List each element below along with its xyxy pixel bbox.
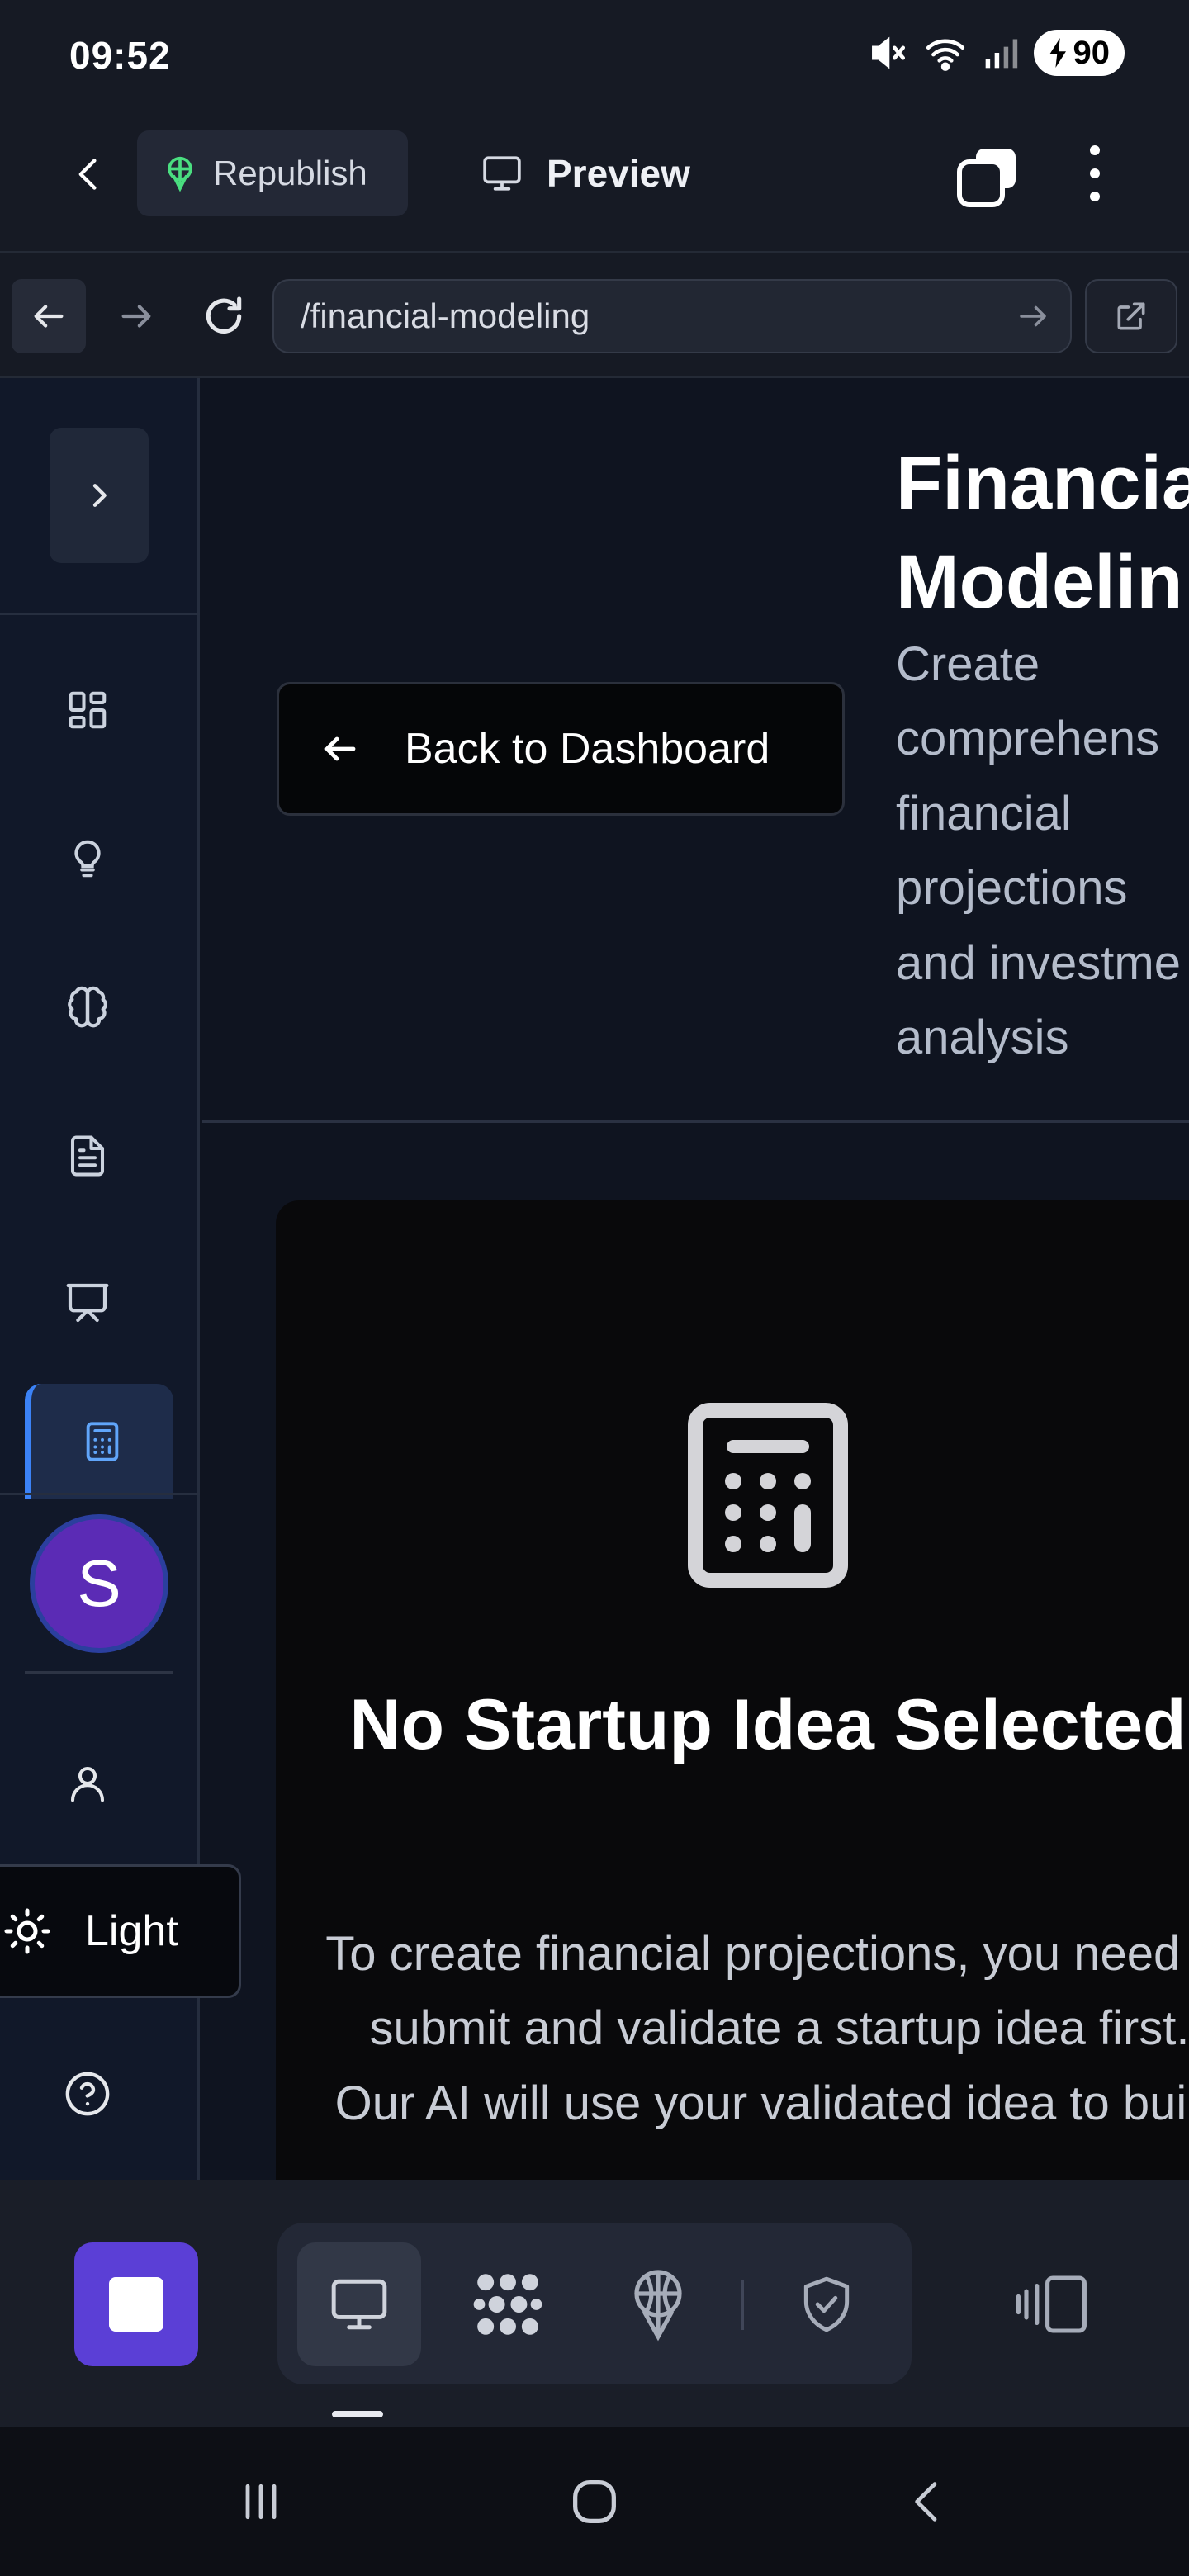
deploy-button[interactable] xyxy=(596,2242,720,2366)
page-header: Back to Dashboard Financia Modelin Creat… xyxy=(202,378,1189,1123)
recent-apps-button[interactable] xyxy=(211,2460,310,2543)
sidebar-item-pitch[interactable] xyxy=(38,1253,137,1352)
browser-bar: /financial-modeling xyxy=(0,253,1189,378)
device-toggle-icon xyxy=(1016,2275,1087,2333)
device-toggle-button[interactable] xyxy=(991,2242,1115,2366)
back-button[interactable] xyxy=(59,145,117,203)
browser-forward-button[interactable] xyxy=(99,279,173,353)
calculator-icon xyxy=(688,1403,848,1588)
sidebar-divider xyxy=(0,613,200,615)
back-to-dashboard-button[interactable]: Back to Dashboard xyxy=(277,682,845,816)
signal-icon xyxy=(985,39,1017,69)
tabs-button[interactable] xyxy=(956,145,1019,208)
tab-indicator xyxy=(332,2411,383,2417)
browser-back-button[interactable] xyxy=(12,279,86,353)
document-icon xyxy=(70,1135,105,1177)
mute-icon xyxy=(871,36,905,69)
empty-state-card: No Startup Idea Selected To create finan… xyxy=(276,1200,1189,2180)
status-bar: 09:52 90 xyxy=(0,0,1189,112)
more-options-button[interactable] xyxy=(1078,140,1111,206)
open-external-button[interactable] xyxy=(1085,279,1177,353)
deploy-icon xyxy=(634,2270,682,2342)
sidebar-item-documents[interactable] xyxy=(38,1106,137,1205)
sidebar-item-ideas[interactable] xyxy=(38,809,137,908)
republish-label: Republish xyxy=(213,154,367,192)
chevron-right-icon xyxy=(92,484,107,507)
security-button[interactable] xyxy=(765,2242,888,2366)
desktop-icon xyxy=(331,2279,387,2330)
back-chevron-icon xyxy=(915,2482,937,2522)
lightbulb-icon xyxy=(74,840,101,878)
home-circle-icon xyxy=(573,2480,616,2523)
avatar-initial: S xyxy=(77,1546,121,1620)
system-back-button[interactable] xyxy=(879,2460,978,2543)
page-subtitle: Create comprehens financial projections … xyxy=(896,637,1181,1065)
presentation-icon xyxy=(66,1283,109,1323)
dashboard-grid-icon xyxy=(69,691,107,729)
home-button[interactable] xyxy=(545,2460,644,2543)
charging-icon xyxy=(1049,38,1066,68)
workflow-icon xyxy=(473,2274,542,2335)
page-title: Financia Modelin xyxy=(896,441,1189,624)
workflow-button[interactable] xyxy=(446,2242,570,2366)
empty-state-title: No Startup Idea Selected xyxy=(349,1685,1187,1764)
url-text: /financial-modeling xyxy=(301,296,590,335)
monitor-icon xyxy=(483,156,521,191)
sidebar-item-help[interactable] xyxy=(38,2044,137,2143)
status-icons: 90 xyxy=(867,30,1125,76)
url-input[interactable]: /financial-modeling xyxy=(272,279,1072,353)
help-icon xyxy=(65,2072,110,2116)
battery-indicator: 90 xyxy=(1033,30,1125,76)
desktop-view-button[interactable] xyxy=(297,2242,421,2366)
preview-button[interactable]: Preview xyxy=(479,130,690,216)
stop-icon xyxy=(109,2277,163,2332)
republish-icon xyxy=(168,156,192,192)
tool-separator xyxy=(741,2280,744,2330)
back-to-dashboard-label: Back to Dashboard xyxy=(405,725,770,773)
chevron-left-icon xyxy=(78,159,97,190)
stop-button[interactable] xyxy=(74,2242,198,2366)
sidebar-item-dashboard[interactable] xyxy=(38,661,137,760)
sidebar-item-profile[interactable] xyxy=(38,1734,137,1833)
status-time: 09:52 xyxy=(69,34,171,77)
sidebar-item-ai[interactable] xyxy=(38,958,137,1057)
go-arrow-icon[interactable] xyxy=(1016,299,1050,334)
app-header: Republish Preview xyxy=(0,112,1189,253)
sun-icon xyxy=(4,1908,50,1954)
sidebar-divider xyxy=(25,1671,173,1674)
sidebar-item-financial[interactable] xyxy=(25,1384,173,1499)
sidebar-expand-button[interactable] xyxy=(50,428,149,563)
arrow-left-icon xyxy=(34,305,64,328)
recents-icon xyxy=(245,2484,277,2520)
reload-button[interactable] xyxy=(187,279,261,353)
empty-state-description: To create financial projections, you nee… xyxy=(325,1927,1189,2130)
tabs-icon xyxy=(957,149,1016,207)
avatar[interactable]: S xyxy=(30,1514,168,1653)
wifi-icon xyxy=(926,39,964,71)
preview-label: Preview xyxy=(547,152,690,195)
theme-toggle-label: Light xyxy=(85,1907,178,1955)
theme-toggle[interactable]: Light xyxy=(0,1864,241,1998)
arrow-left-icon xyxy=(324,736,356,761)
arrow-right-icon xyxy=(121,305,151,328)
brain-icon xyxy=(68,986,107,1028)
system-navigation-bar xyxy=(0,2427,1189,2576)
tool-group xyxy=(277,2223,912,2384)
bottom-toolbar xyxy=(0,2180,1189,2427)
calculator-icon xyxy=(86,1422,119,1461)
external-link-icon xyxy=(1117,302,1145,330)
battery-level: 90 xyxy=(1073,34,1111,71)
reload-icon xyxy=(206,296,242,334)
shield-check-icon xyxy=(803,2276,850,2332)
user-icon xyxy=(70,1766,105,1802)
sidebar-divider xyxy=(0,1493,200,1495)
web-viewport: S Light Back to Dashboard Financia Model… xyxy=(0,378,1189,2180)
republish-button[interactable]: Republish xyxy=(137,130,408,216)
